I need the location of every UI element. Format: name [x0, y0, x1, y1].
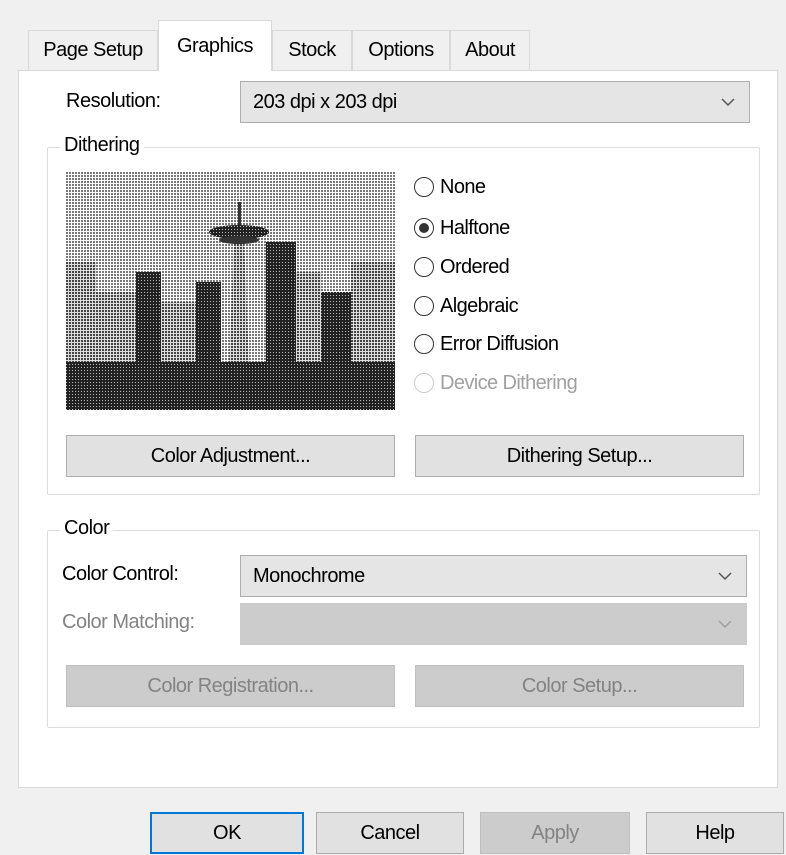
radio-label: Algebraic	[440, 294, 519, 317]
color-setup-button[interactable]: Color Setup...	[415, 665, 744, 707]
dithering-preview-image	[66, 172, 395, 410]
tab-label: Graphics	[176, 34, 254, 57]
dither-option-ordered[interactable]: Ordered	[414, 252, 510, 282]
color-matching-label: Color Matching:	[62, 611, 195, 633]
chevron-down-icon	[718, 620, 732, 629]
button-label: Cancel	[360, 821, 420, 844]
radio-circle-selected	[414, 218, 434, 238]
color-control-label: Color Control:	[62, 563, 179, 585]
radio-circle	[414, 296, 434, 316]
color-control-select[interactable]: Monochrome	[240, 555, 747, 597]
resolution-label: Resolution:	[66, 90, 161, 112]
tab-stock[interactable]: Stock	[272, 30, 352, 70]
apply-button[interactable]: Apply	[480, 812, 630, 854]
radio-circle	[414, 257, 434, 277]
button-label: Help	[695, 821, 735, 844]
tab-about[interactable]: About	[450, 30, 530, 70]
button-label: OK	[213, 821, 241, 844]
ok-button[interactable]: OK	[150, 812, 304, 854]
dithering-setup-button[interactable]: Dithering Setup...	[415, 435, 744, 477]
resolution-select[interactable]: 203 dpi x 203 dpi	[240, 81, 750, 123]
radio-label: Halftone	[440, 216, 510, 239]
radio-circle	[414, 373, 434, 393]
dither-option-algebraic[interactable]: Algebraic	[414, 291, 519, 321]
button-label: Color Setup...	[521, 674, 638, 697]
tab-label: Page Setup	[43, 39, 143, 61]
tab-label: Options	[368, 39, 434, 61]
radio-label: Device Dithering	[440, 371, 578, 394]
dither-option-error-diffusion[interactable]: Error Diffusion	[414, 329, 559, 359]
button-label: Color Adjustment...	[150, 444, 311, 467]
help-button[interactable]: Help	[646, 812, 784, 854]
radio-circle	[414, 177, 434, 197]
dither-option-halftone[interactable]: Halftone	[414, 213, 510, 243]
dither-option-device-dithering[interactable]: Device Dithering	[414, 368, 578, 398]
tab-graphics[interactable]: Graphics	[158, 20, 272, 71]
dither-option-none[interactable]: None	[414, 172, 486, 202]
tab-options[interactable]: Options	[352, 30, 450, 70]
color-control-value: Monochrome	[253, 564, 365, 587]
button-label: Color Registration...	[147, 674, 314, 697]
cancel-button[interactable]: Cancel	[316, 812, 464, 854]
button-label: Dithering Setup...	[506, 444, 653, 467]
button-label: Apply	[531, 821, 579, 844]
chevron-down-icon	[718, 572, 732, 581]
color-adjustment-button[interactable]: Color Adjustment...	[66, 435, 395, 477]
radio-label: Error Diffusion	[440, 332, 559, 355]
tab-page-setup[interactable]: Page Setup	[28, 30, 158, 70]
dithering-group-label: Dithering	[60, 134, 144, 157]
color-matching-select[interactable]	[240, 603, 747, 645]
radio-label: Ordered	[440, 255, 510, 278]
color-registration-button[interactable]: Color Registration...	[66, 665, 395, 707]
chevron-down-icon	[721, 98, 735, 107]
radio-circle	[414, 334, 434, 354]
color-group-label: Color	[60, 517, 114, 540]
tab-label: About	[465, 39, 515, 61]
resolution-value: 203 dpi x 203 dpi	[253, 90, 397, 113]
tab-label: Stock	[288, 39, 336, 61]
radio-label: None	[440, 175, 486, 198]
